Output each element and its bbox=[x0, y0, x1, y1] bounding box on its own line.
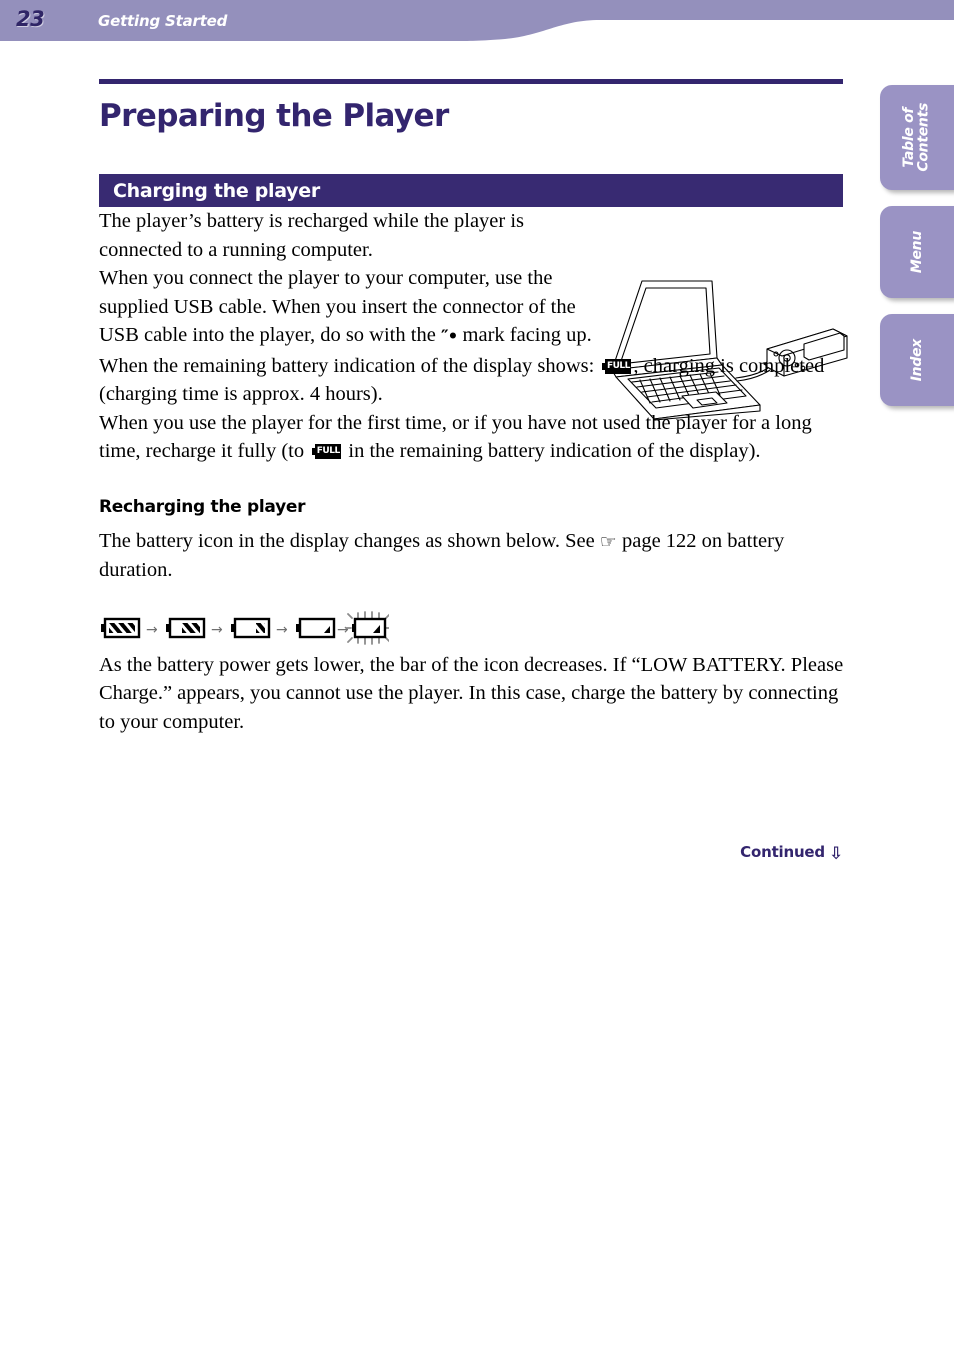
side-tab-group: Table of Contents Menu Index bbox=[880, 85, 954, 422]
continued-label: Continued bbox=[740, 843, 825, 861]
svg-text:→: → bbox=[276, 622, 288, 638]
side-tab-label: Index bbox=[908, 338, 925, 382]
side-tab-label: Menu bbox=[908, 230, 925, 274]
intro-sentence-1: The player’s battery is recharged while … bbox=[99, 210, 525, 261]
continued-footer[interactable]: Continued ⇩ bbox=[99, 843, 843, 864]
battery-icon-low bbox=[296, 617, 336, 638]
pointing-hand-icon: ☞ bbox=[599, 530, 617, 553]
charging-complete-paragraph: When the remaining battery indication of… bbox=[99, 352, 844, 409]
side-tab-menu[interactable]: Menu bbox=[880, 206, 954, 298]
battery-full-inline-icon: FULL bbox=[312, 444, 342, 459]
page-number: 23 bbox=[16, 7, 45, 31]
battery-icon-medium bbox=[231, 617, 271, 638]
low-battery-paragraph: As the battery power gets lower, the bar… bbox=[99, 653, 844, 733]
svg-text:→: → bbox=[146, 622, 158, 638]
main-content: Preparing the Player Charging the player… bbox=[99, 0, 844, 736]
title-rule bbox=[99, 79, 843, 84]
battery-reference-text-a: The battery icon in the display changes … bbox=[99, 529, 600, 552]
subheading-recharging-the-player: Recharging the player bbox=[99, 496, 306, 517]
section-heading-bar: Charging the player bbox=[99, 174, 843, 207]
walkman-mark-icon: ″• bbox=[440, 327, 458, 347]
svg-text:→: → bbox=[211, 622, 223, 638]
battery-full-label: FULL bbox=[315, 444, 342, 459]
svg-text:→: → bbox=[337, 622, 349, 638]
charging-complete-text-a: When the remaining battery indication of… bbox=[99, 354, 600, 377]
battery-full-inline-icon: FULL bbox=[602, 358, 632, 374]
battery-sequence-graphic: → → → → bbox=[101, 610, 391, 645]
side-tab-table-of-contents[interactable]: Table of Contents bbox=[880, 85, 954, 190]
battery-full-label: FULL bbox=[605, 358, 632, 374]
battery-state-sequence: → → → → bbox=[99, 610, 844, 651]
intro-paragraph: The player’s battery is recharged while … bbox=[99, 207, 609, 352]
battery-icon-full bbox=[101, 617, 141, 638]
battery-icon-high bbox=[166, 617, 206, 638]
side-tab-label: Table of Contents bbox=[901, 103, 932, 172]
first-use-paragraph: When you use the player for the first ti… bbox=[99, 409, 844, 466]
battery-icon-empty-flashing bbox=[345, 610, 391, 645]
battery-icon-reference-paragraph: The battery icon in the display changes … bbox=[99, 527, 844, 585]
arrow-down-icon: ⇩ bbox=[828, 844, 843, 864]
first-use-text-b: in the remaining battery indication of t… bbox=[343, 440, 761, 462]
section-heading-label: Charging the player bbox=[113, 179, 320, 202]
side-tab-index[interactable]: Index bbox=[880, 314, 954, 406]
intro-sentence-3: mark facing up. bbox=[457, 324, 592, 346]
page-title: Preparing the Player bbox=[99, 98, 449, 134]
